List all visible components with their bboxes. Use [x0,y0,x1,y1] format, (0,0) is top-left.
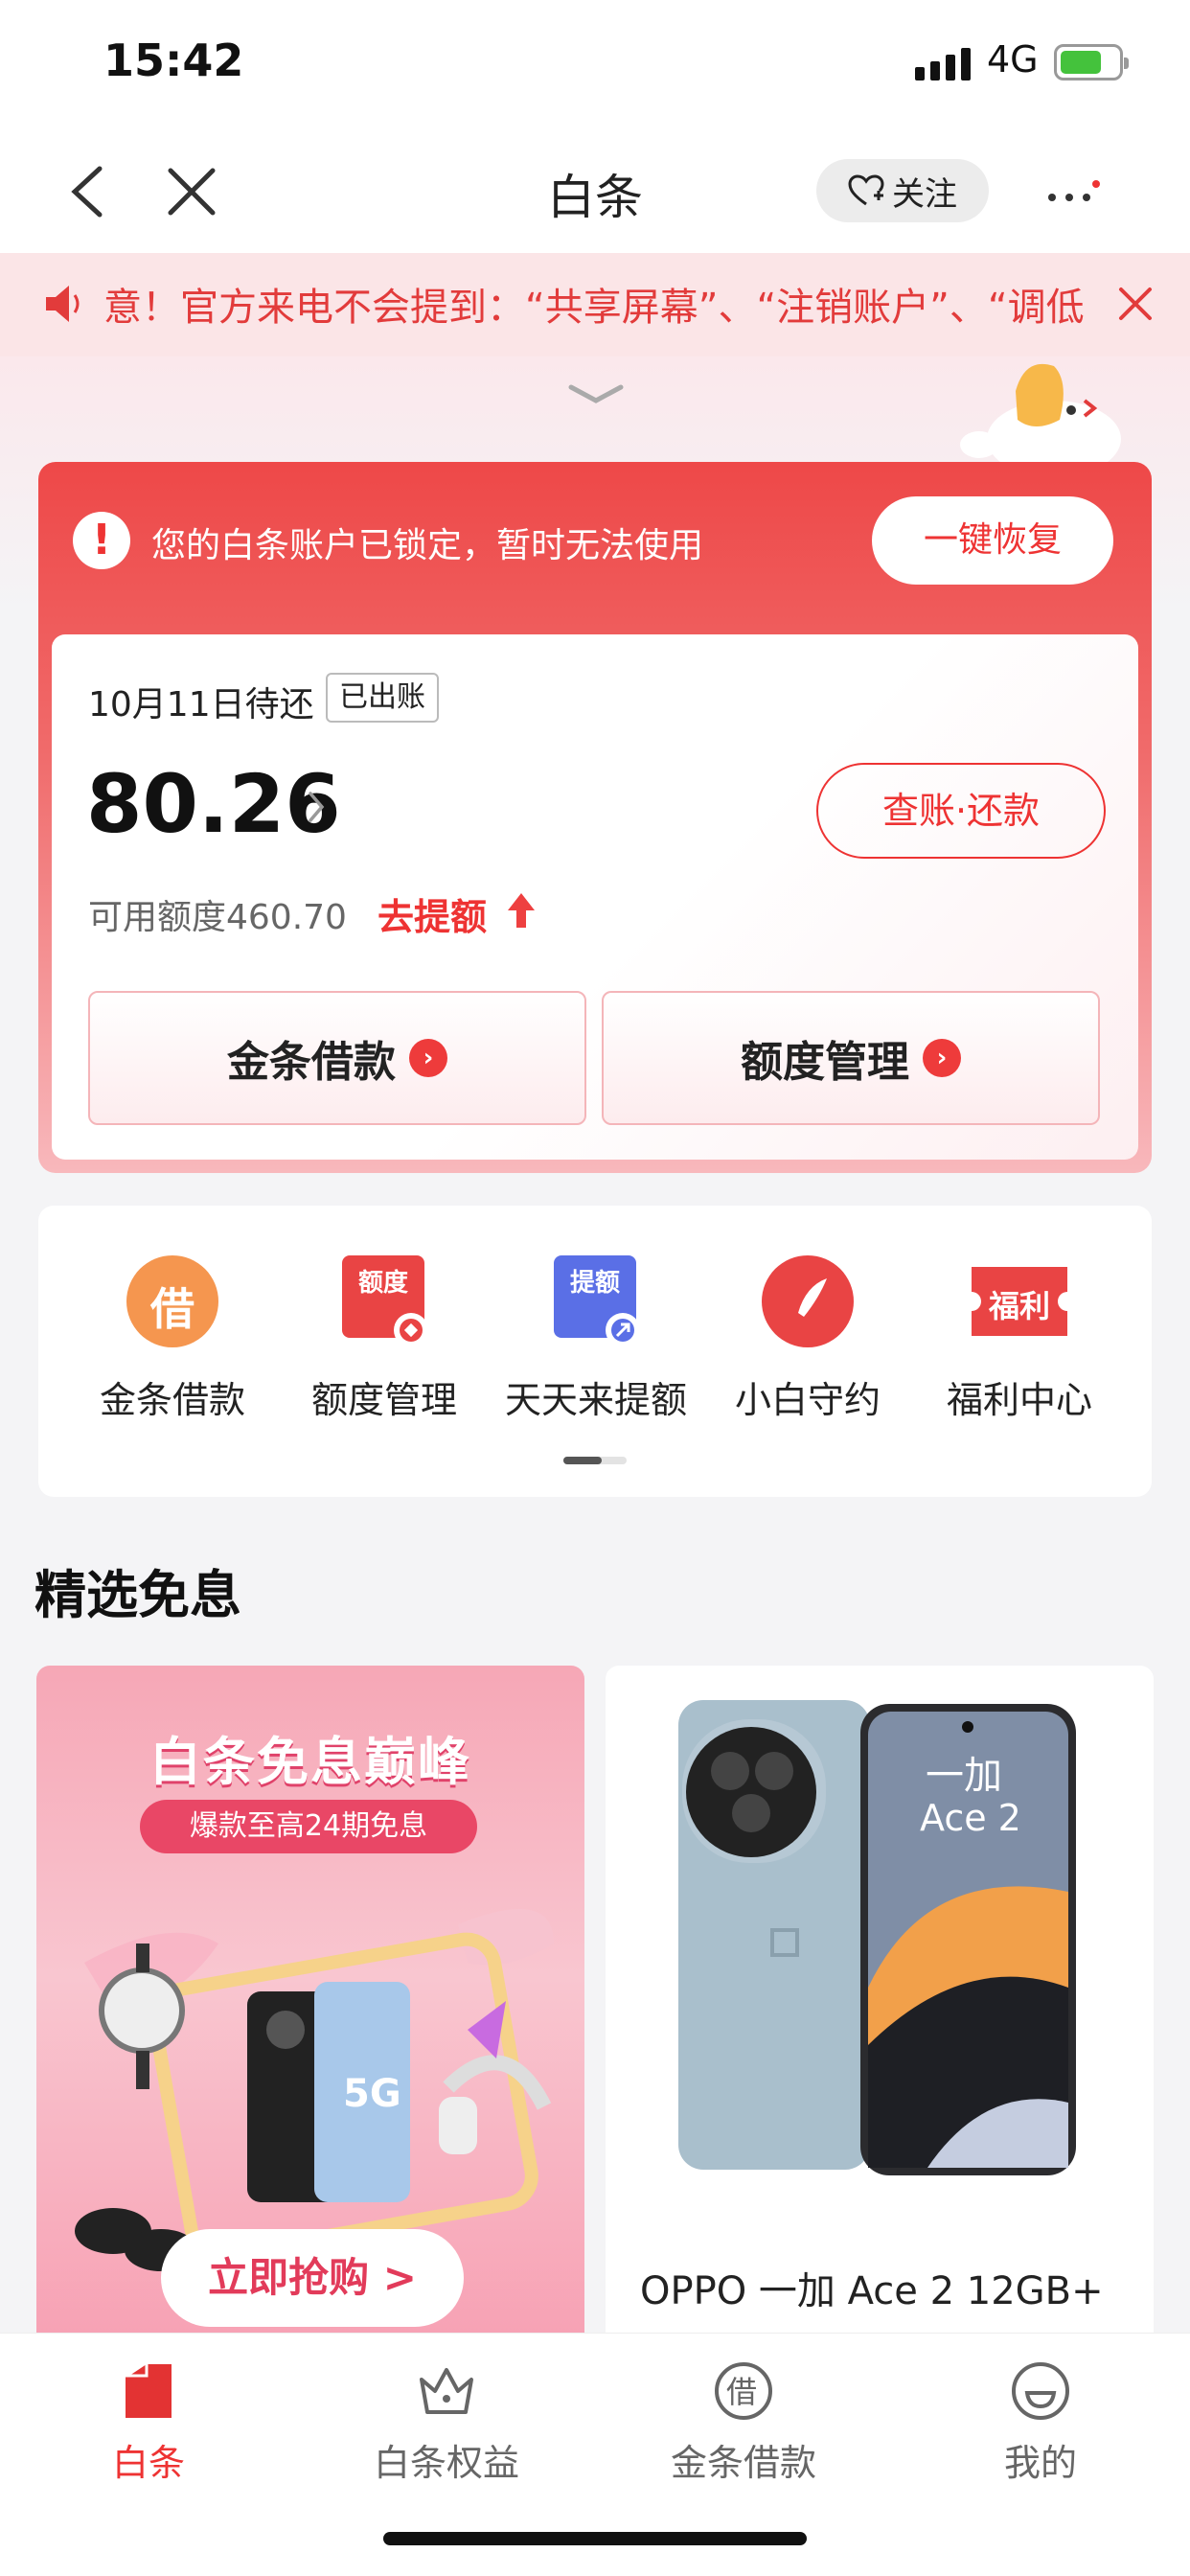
arrow-up-icon [508,893,535,928]
promo-card[interactable]: 白条免息巅峰 爆款至高24期免息 5G 立即抢购 > [36,1666,584,2356]
status-time: 15:42 [103,34,244,86]
arrow-right-icon: › [409,1039,447,1077]
tab-label: 金条借款 [670,2442,816,2484]
product-card[interactable]: 一加 Ace 2 OPPO 一加 Ace 2 12GB+ [606,1666,1154,2356]
tab-loan[interactable]: 借 金条借款 [648,2360,839,2486]
quick-item-label: 天天来提额 [504,1379,687,1421]
nav-bar: 白条 关注 [0,130,1190,253]
quick-item-raise[interactable]: 提额 天天来提额 [500,1254,692,1423]
notice-close-icon[interactable] [1113,282,1157,326]
account-card: ! 您的白条账户已锁定，暂时无法使用 一键恢复 10月11日待还 已出账 80.… [38,462,1152,1173]
chevron-right-icon[interactable] [305,788,328,826]
promo-headline: 白条免息巅峰 [149,1732,471,1792]
limit-icon: 额度 [336,1254,432,1349]
speaker-icon [46,286,80,322]
more-icon[interactable] [1044,180,1102,209]
screen-text-model: Ace 2 [920,1797,1021,1839]
promo-5g-text: 5G [343,2072,401,2116]
quick-item-label: 额度管理 [310,1379,457,1421]
chevron-down-icon[interactable] [567,381,625,406]
tab-label: 白条权益 [373,2442,519,2484]
follow-label: 关注 [892,174,957,214]
home-indicator[interactable] [383,2532,807,2545]
quick-item-label: 福利中心 [946,1379,1092,1421]
restore-button[interactable]: 一键恢复 [872,496,1113,585]
raise-limit-link[interactable]: 去提额 [378,887,487,940]
battery-icon [1054,44,1129,80]
quick-entry-panel: 借 金条借款 额度 额度管理 提额 天天来提额 小白守约 福利 福利中心 [38,1206,1152,1497]
crown-icon [416,2360,477,2422]
due-amount[interactable]: 80.26 [86,757,341,851]
quick-item-credit[interactable]: 小白守约 [712,1254,904,1423]
smile-icon [1010,2360,1071,2422]
svg-text:借: 借 [726,2374,757,2410]
notice-bar: 意！官方来电不会提到：“共享屏幕”、“注销账户”、“调低 [0,253,1190,356]
due-date: 10月11日待还 [88,685,314,724]
loan-tab-icon: 借 [713,2360,774,2422]
card-icon [118,2360,179,2422]
billed-badge: 已出账 [326,673,439,723]
page-indicator [563,1457,627,1464]
credit-gauge-icon [760,1254,856,1349]
limit-button[interactable]: 额度管理 › [602,991,1100,1125]
quick-item-loan[interactable]: 借 金条借款 [77,1254,268,1423]
tab-baitiao[interactable]: 白条 [53,2360,244,2486]
bill-panel: 10月11日待还 已出账 80.26 查账·还款 可用额度460.70 去提额 … [52,634,1138,1160]
arrow-right-icon: › [923,1039,961,1077]
pay-button[interactable]: 查账·还款 [816,763,1106,859]
signal-icon [915,44,971,80]
quick-item-label: 金条借款 [99,1379,245,1421]
raise-limit-icon: 提额 [548,1254,644,1349]
product-image: 一加 Ace 2 [678,1700,1076,2175]
loan-button[interactable]: 金条借款 › [88,991,586,1125]
product-name: OPPO 一加 Ace 2 12GB+ [640,2269,1104,2313]
notice-text: 意！官方来电不会提到：“共享屏幕”、“注销账户”、“调低 [103,286,1085,330]
quick-item-welfare[interactable]: 福利 福利中心 [924,1254,1115,1423]
screen-text-brand: 一加 [926,1754,1002,1798]
tab-mine[interactable]: 我的 [945,2360,1136,2486]
section-title: 精选免息 [34,1565,241,1625]
loan-button-label: 金条借款 [227,1038,396,1087]
tab-label: 我的 [1003,2442,1077,2484]
promo-subline: 爆款至高24期免息 [140,1800,477,1853]
status-bar: 15:42 4G [0,0,1190,130]
network-label: 4G [987,38,1039,80]
buy-now-button[interactable]: 立即抢购 > [161,2229,464,2327]
tab-benefits[interactable]: 白条权益 [351,2360,542,2486]
mascot-icon [960,363,1121,477]
welfare-ticket-icon: 福利 [972,1254,1067,1349]
page-title: 白条 [547,170,643,225]
quick-item-limit[interactable]: 额度 额度管理 [288,1254,480,1423]
lock-message: 您的白条账户已锁定，暂时无法使用 [151,526,704,565]
limit-button-label: 额度管理 [741,1038,909,1087]
tab-label: 白条 [111,2442,185,2484]
heart-plus-icon [848,174,884,206]
alert-icon: ! [73,512,130,569]
loan-icon: 借 [125,1254,220,1349]
quick-item-label: 小白守约 [734,1379,881,1421]
follow-button[interactable]: 关注 [816,159,989,222]
available-limit: 可用额度460.70 [88,898,347,937]
